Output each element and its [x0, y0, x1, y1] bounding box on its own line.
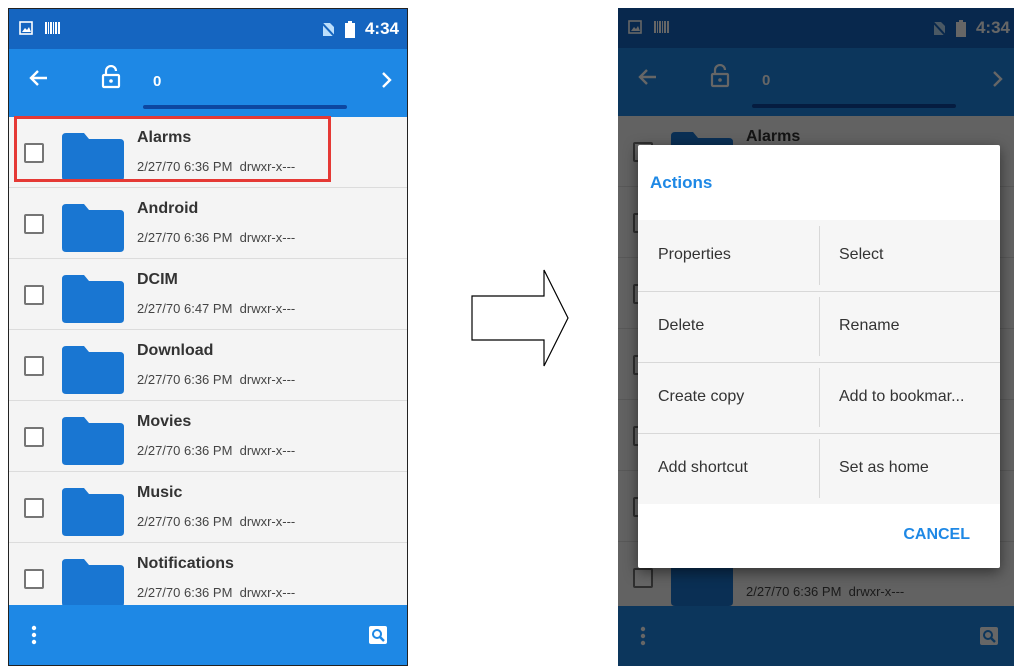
- actions-grid: Properties Select Delete Rename Create c…: [638, 220, 1000, 504]
- folder-icon: [62, 275, 124, 323]
- list-item[interactable]: DCIM 2/27/70 6:47 PM drwxr-x---: [9, 259, 407, 330]
- picture-icon: [19, 21, 33, 35]
- transition-arrow-icon: [471, 269, 569, 367]
- status-bar: 4:34: [9, 9, 407, 49]
- folder-meta: 2/27/70 6:36 PM drwxr-x---: [137, 443, 296, 458]
- toolbar: 0: [9, 49, 407, 117]
- folder-name: Android: [137, 200, 199, 217]
- list-item[interactable]: Android 2/27/70 6:36 PM drwxr-x---: [9, 188, 407, 259]
- folder-name: Movies: [137, 413, 192, 430]
- folder-icon: [62, 417, 124, 465]
- folder-icon: [62, 559, 124, 607]
- divider: [819, 226, 820, 285]
- divider: [638, 433, 1000, 434]
- left-screen: 4:34 0 Alarms 2/27/70 6:36 PM drwxr-x---…: [8, 8, 408, 666]
- folder-meta: 2/27/70 6:36 PM drwxr-x---: [137, 585, 296, 600]
- folder-icon: [62, 346, 124, 394]
- status-time: 4:34: [364, 19, 399, 38]
- actions-dialog: Actions Properties Select Delete Rename …: [638, 145, 1000, 568]
- selection-count: 0: [153, 73, 162, 90]
- item-checkbox[interactable]: [24, 498, 44, 518]
- item-checkbox[interactable]: [24, 569, 44, 589]
- list-item[interactable]: Movies 2/27/70 6:36 PM drwxr-x---: [9, 401, 407, 472]
- action-add-shortcut[interactable]: Add shortcut: [638, 433, 819, 504]
- battery-icon: [344, 20, 355, 38]
- list-item[interactable]: Notifications 2/27/70 6:36 PM drwxr-x---: [9, 543, 407, 614]
- folder-meta: 2/27/70 6:36 PM drwxr-x---: [137, 514, 296, 529]
- cancel-button[interactable]: CANCEL: [903, 526, 970, 544]
- folder-meta: 2/27/70 6:36 PM drwxr-x---: [137, 230, 296, 245]
- list-item[interactable]: Download 2/27/70 6:36 PM drwxr-x---: [9, 330, 407, 401]
- item-checkbox[interactable]: [24, 214, 44, 234]
- dialog-title: Actions: [650, 173, 713, 192]
- list-item[interactable]: Music 2/27/70 6:36 PM drwxr-x---: [9, 472, 407, 543]
- action-delete[interactable]: Delete: [638, 291, 819, 362]
- file-list: Alarms 2/27/70 6:36 PM drwxr-x--- Androi…: [9, 117, 407, 614]
- divider: [638, 291, 1000, 292]
- search-icon[interactable]: [369, 626, 387, 644]
- action-set-as-home[interactable]: Set as home: [819, 433, 1000, 504]
- path-underline: [143, 105, 347, 109]
- folder-meta: 2/27/70 6:47 PM drwxr-x---: [137, 301, 296, 316]
- overflow-menu-icon[interactable]: [31, 625, 37, 645]
- folder-name: Notifications: [137, 555, 234, 572]
- back-arrow-icon[interactable]: [27, 67, 49, 89]
- folder-meta: 2/27/70 6:36 PM drwxr-x---: [137, 372, 296, 387]
- folder-name: Download: [137, 342, 214, 359]
- folder-name: DCIM: [137, 271, 178, 288]
- item-checkbox[interactable]: [24, 285, 44, 305]
- item-checkbox[interactable]: [24, 427, 44, 447]
- divider: [819, 297, 820, 356]
- action-rename[interactable]: Rename: [819, 291, 1000, 362]
- folder-name: Music: [137, 484, 183, 501]
- divider: [819, 368, 820, 427]
- selection-highlight: [14, 116, 331, 182]
- item-checkbox[interactable]: [24, 356, 44, 376]
- action-add-to-bookmarks[interactable]: Add to bookmar...: [819, 362, 1000, 433]
- barcode-icon: [45, 22, 60, 34]
- action-select[interactable]: Select: [819, 220, 1000, 291]
- folder-icon: [62, 204, 124, 252]
- unlock-icon[interactable]: [101, 65, 121, 89]
- action-create-copy[interactable]: Create copy: [638, 362, 819, 433]
- chevron-right-icon[interactable]: [381, 71, 393, 89]
- no-sim-icon: [320, 21, 335, 37]
- folder-icon: [62, 488, 124, 536]
- divider: [819, 439, 820, 498]
- right-screen: 4:34 0 Alarms 2/27/70 6:36 PM drwxr-x---: [618, 8, 1014, 666]
- bottom-bar: [9, 605, 407, 665]
- action-properties[interactable]: Properties: [638, 220, 819, 291]
- divider: [638, 362, 1000, 363]
